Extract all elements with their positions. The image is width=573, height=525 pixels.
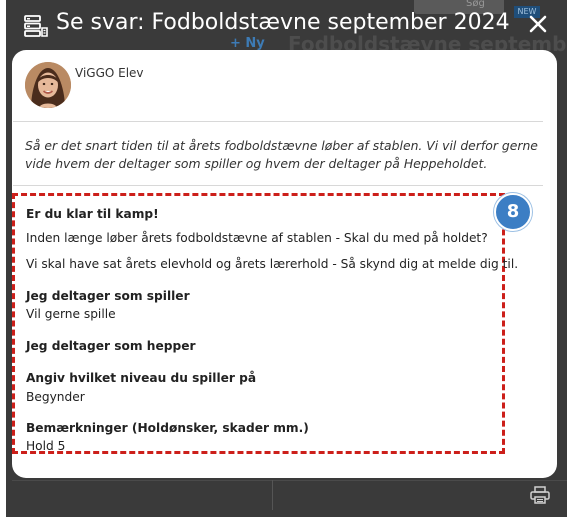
answer-value: Begynder xyxy=(26,390,85,404)
question-label: Angiv hvilket niveau du spiller på xyxy=(26,371,257,385)
avatar xyxy=(25,62,71,108)
question-label: Jeg deltager som hepper xyxy=(26,339,196,353)
background-divider-vertical xyxy=(272,480,273,510)
background-divider xyxy=(12,480,567,481)
response-card: ViGGO Elev Så er det snart tiden til at … xyxy=(12,50,557,478)
answers-section: Er du klar til kamp! Inden længe løber å… xyxy=(12,193,518,454)
form-intro: Vi skal have sat årets elevhold og årets… xyxy=(26,257,519,271)
step-badge: 8 xyxy=(494,193,532,231)
question-label: Bemærkninger (Holdønsker, skader mm.) xyxy=(26,421,309,435)
printer-icon[interactable] xyxy=(530,486,550,504)
answer-value: Vil gerne spille xyxy=(26,307,116,321)
modal-header: Se svar: Fodboldstævne september 2024 xyxy=(6,0,567,50)
divider xyxy=(13,121,543,122)
question-label: Jeg deltager som spiller xyxy=(26,289,190,303)
message-text: Så er det snart tiden til at årets fodbo… xyxy=(25,138,538,171)
form-heading: Er du klar til kamp! xyxy=(26,207,159,221)
form-intro: Inden længe løber årets fodboldstævne af… xyxy=(26,231,488,245)
sender-name: ViGGO Elev xyxy=(75,66,144,80)
divider xyxy=(13,185,543,186)
modal-title: Se svar: Fodboldstævne september 2024 xyxy=(56,10,510,35)
close-icon[interactable] xyxy=(526,12,550,36)
answer-value: Hold 5 xyxy=(26,439,66,453)
form-icon xyxy=(24,15,48,37)
